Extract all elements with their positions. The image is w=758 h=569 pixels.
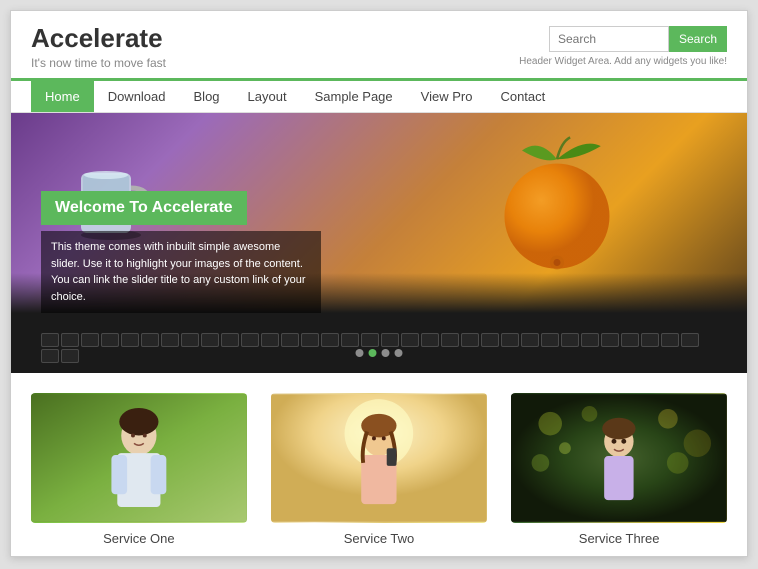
- keyboard-key: [261, 333, 279, 347]
- keyboard-key: [421, 333, 439, 347]
- keyboard-key: [301, 333, 319, 347]
- keyboard-key: [641, 333, 659, 347]
- keyboard-key: [381, 333, 399, 347]
- service-label-1: Service One: [31, 531, 247, 546]
- slider-dot-4[interactable]: [395, 349, 403, 357]
- nav-link-contact[interactable]: Contact: [486, 81, 559, 112]
- service-1-svg: [31, 393, 247, 523]
- keyboard-key: [81, 333, 99, 347]
- service-label-3: Service Three: [511, 531, 727, 546]
- keyboard-key: [461, 333, 479, 347]
- keyboard-keys: [11, 333, 747, 363]
- site-title: Accelerate: [31, 23, 166, 54]
- orange-fruit-icon: [487, 133, 627, 273]
- hero-canvas: Welcome To Accelerate This theme comes w…: [11, 113, 747, 373]
- slider-dot-1[interactable]: [356, 349, 364, 357]
- nav-item-sample-page[interactable]: Sample Page: [301, 81, 407, 112]
- keyboard-key: [241, 333, 259, 347]
- keyboard-key: [201, 333, 219, 347]
- nav-bar: Home Download Blog Layout Sample Page Vi…: [11, 81, 747, 113]
- keyboard-key: [621, 333, 639, 347]
- nav-item-contact[interactable]: Contact: [486, 81, 559, 112]
- header-widget-text: Header Widget Area. Add any widgets you …: [519, 56, 727, 67]
- service-item-1: Service One: [31, 393, 247, 546]
- service-2-svg: [271, 393, 487, 523]
- keyboard-key: [541, 333, 559, 347]
- service-img-bg-3: [511, 393, 727, 523]
- keyboard-key: [521, 333, 539, 347]
- nav-link-sample-page[interactable]: Sample Page: [301, 81, 407, 112]
- slide-title: Welcome To Accelerate: [41, 191, 247, 225]
- nav-link-download[interactable]: Download: [94, 81, 180, 112]
- service-img-bg-1: [31, 393, 247, 523]
- service-3-svg: [511, 393, 727, 523]
- service-image-3: [511, 393, 727, 523]
- nav-link-view-pro[interactable]: View Pro: [407, 81, 487, 112]
- keyboard-key: [101, 333, 119, 347]
- keyboard-key: [481, 333, 499, 347]
- site-branding: Accelerate It's now time to move fast: [31, 23, 166, 70]
- site-header: Accelerate It's now time to move fast Se…: [11, 11, 747, 81]
- keyboard-key: [601, 333, 619, 347]
- slider-dot-2[interactable]: [369, 349, 377, 357]
- keyboard-key: [181, 333, 199, 347]
- nav-item-blog[interactable]: Blog: [180, 81, 234, 112]
- keyboard-key: [141, 333, 159, 347]
- keyboard-key: [61, 349, 79, 363]
- keyboard-key: [661, 333, 679, 347]
- nav-item-download[interactable]: Download: [94, 81, 180, 112]
- service-image-1: [31, 393, 247, 523]
- keyboard-key: [561, 333, 579, 347]
- keyboard-key: [361, 333, 379, 347]
- slider-dots: [356, 349, 403, 357]
- service-item-3: Service Three: [511, 393, 727, 546]
- hero-slider: Welcome To Accelerate This theme comes w…: [11, 113, 747, 373]
- nav-item-home[interactable]: Home: [31, 81, 94, 112]
- service-item-2: Service Two: [271, 393, 487, 546]
- keyboard-key: [41, 349, 59, 363]
- service-image-2: [271, 393, 487, 523]
- nav-list: Home Download Blog Layout Sample Page Vi…: [31, 81, 727, 112]
- keyboard-key: [501, 333, 519, 347]
- keyboard-key: [61, 333, 79, 347]
- keyboard-key: [341, 333, 359, 347]
- header-right: Search Header Widget Area. Add any widge…: [519, 26, 727, 67]
- keyboard-key: [321, 333, 339, 347]
- slider-dot-3[interactable]: [382, 349, 390, 357]
- keyboard-key: [681, 333, 699, 347]
- keyboard-key: [121, 333, 139, 347]
- nav-item-view-pro[interactable]: View Pro: [407, 81, 487, 112]
- services-section: Service One: [11, 373, 747, 556]
- nav-link-layout[interactable]: Layout: [234, 81, 301, 112]
- service-img-bg-2: [271, 393, 487, 523]
- search-button[interactable]: Search: [669, 26, 727, 52]
- page-wrapper: Accelerate It's now time to move fast Se…: [10, 10, 748, 557]
- nav-link-blog[interactable]: Blog: [180, 81, 234, 112]
- site-tagline: It's now time to move fast: [31, 56, 166, 70]
- keyboard-key: [221, 333, 239, 347]
- slide-overlay: Welcome To Accelerate This theme comes w…: [41, 191, 321, 313]
- nav-link-home[interactable]: Home: [31, 81, 94, 112]
- search-form: Search: [549, 26, 727, 52]
- service-label-2: Service Two: [271, 531, 487, 546]
- keyboard-key: [401, 333, 419, 347]
- keyboard-key: [281, 333, 299, 347]
- keyboard-key: [581, 333, 599, 347]
- nav-item-layout[interactable]: Layout: [234, 81, 301, 112]
- keyboard-key: [441, 333, 459, 347]
- keyboard-key: [41, 333, 59, 347]
- search-input[interactable]: [549, 26, 669, 52]
- keyboard-key: [161, 333, 179, 347]
- slide-description: This theme comes with inbuilt simple awe…: [41, 231, 321, 313]
